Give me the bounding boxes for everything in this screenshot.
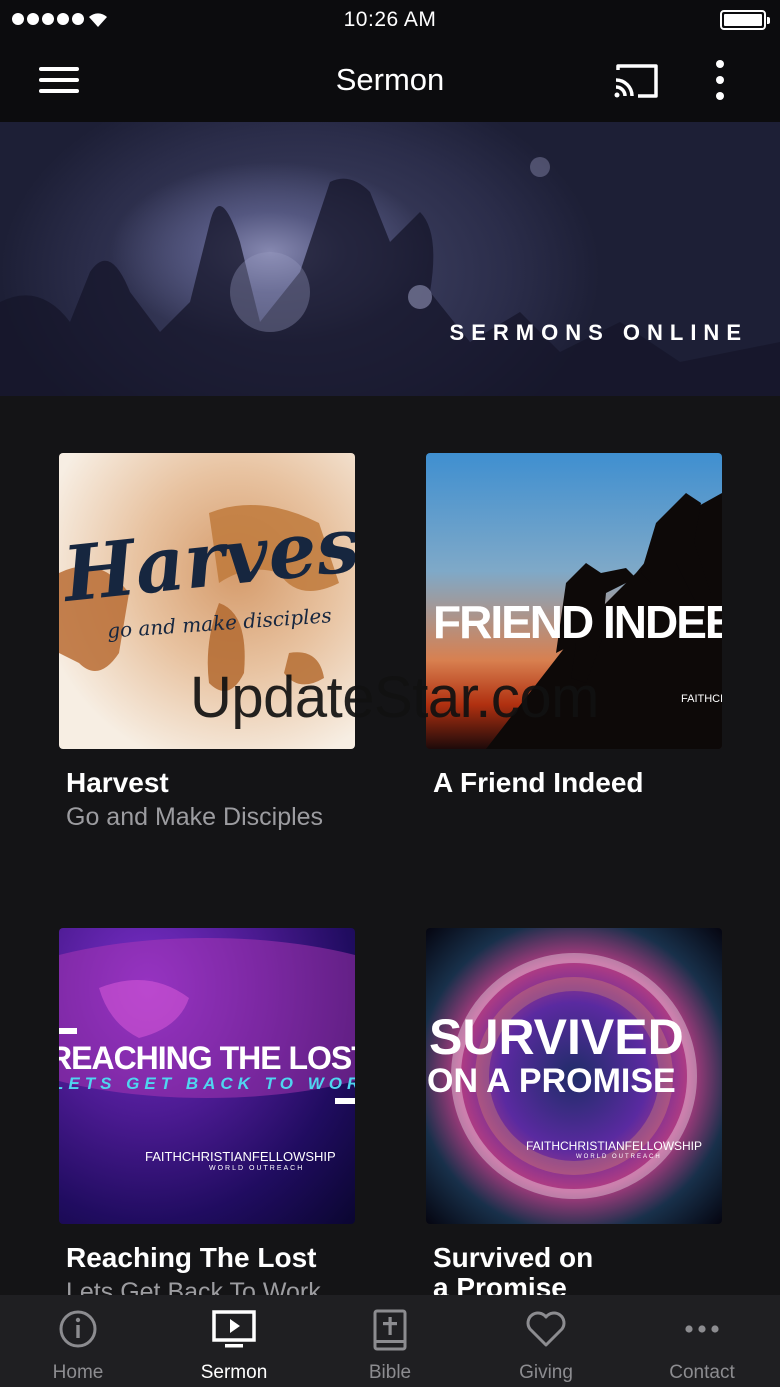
sermons-banner: SERMONS ONLINE bbox=[0, 122, 780, 396]
tab-home[interactable]: Home bbox=[0, 1295, 156, 1387]
sermon-title: Harvest bbox=[66, 767, 169, 798]
sermon-card-reaching-the-lost[interactable]: REACHING THE LOST LETS GET BACK TO WOR F… bbox=[59, 928, 355, 1307]
sermon-title: A Friend Indeed bbox=[433, 767, 644, 798]
tab-label: Giving bbox=[519, 1362, 573, 1383]
faith-logo: FAITHCH bbox=[681, 693, 722, 705]
app-bar: Sermon bbox=[0, 40, 780, 122]
reach-art-tagline: LETS GET BACK TO WOR bbox=[59, 1074, 355, 1093]
sermon-subtitle: Go and Make Disciples bbox=[66, 803, 324, 831]
sermon-title: Survived on bbox=[433, 1242, 594, 1273]
reach-art-title: REACHING THE LOST bbox=[59, 1040, 355, 1076]
tab-bible[interactable]: Bible bbox=[312, 1295, 468, 1387]
more-horizontal-icon bbox=[685, 1325, 719, 1333]
friend-art-title: FRIEND INDEE bbox=[433, 596, 722, 648]
status-bar: 10:26 AM bbox=[0, 0, 780, 40]
tv-play-icon bbox=[212, 1310, 256, 1348]
info-circle-icon bbox=[59, 1310, 97, 1348]
page-title: Sermon bbox=[335, 62, 445, 97]
tab-sermon[interactable]: Sermon bbox=[156, 1295, 312, 1387]
sermon-thumbnail[interactable]: SURVIVED ON A PROMISE FAITHCHRISTIANFELL… bbox=[426, 928, 722, 1224]
tab-giving[interactable]: Giving bbox=[468, 1295, 624, 1387]
bottom-tab-bar: Home Sermon Bible Giving Contact bbox=[0, 1295, 780, 1387]
tab-label: Contact bbox=[669, 1362, 735, 1383]
survived-art-title: SURVIVED bbox=[429, 1009, 684, 1065]
bible-icon bbox=[373, 1309, 407, 1351]
sermon-card-survived-on-a-promise[interactable]: SURVIVED ON A PROMISE FAITHCHRISTIANFELL… bbox=[426, 928, 722, 1304]
faith-logo-sub: WORLD OUTREACH bbox=[576, 1154, 662, 1160]
tab-label: Sermon bbox=[200, 1362, 268, 1383]
heart-icon bbox=[526, 1311, 566, 1347]
survived-art-title-2: ON A PROMISE bbox=[427, 1062, 676, 1100]
sermon-thumbnail[interactable]: REACHING THE LOST LETS GET BACK TO WOR F… bbox=[59, 928, 355, 1224]
sermon-title: Reaching The Lost bbox=[66, 1242, 317, 1273]
faith-logo: FAITHCHRISTIANFELLOWSHIP bbox=[526, 1139, 703, 1153]
tab-label: Bible bbox=[368, 1362, 412, 1383]
status-time: 10:26 AM bbox=[343, 8, 437, 31]
faith-logo: FAITHCHRISTIANFELLOWSHIP bbox=[145, 1149, 336, 1164]
more-vertical-icon[interactable] bbox=[704, 58, 736, 104]
sermon-card-a-friend-indeed[interactable]: FRIEND INDEE FAITHCH A Friend Indeed bbox=[426, 453, 722, 799]
battery-icon bbox=[720, 10, 770, 30]
tab-contact[interactable]: Contact bbox=[624, 1295, 780, 1387]
crowd-silhouette-image bbox=[0, 157, 780, 396]
faith-logo-sub: WORLD OUTREACH bbox=[209, 1165, 305, 1172]
tab-label: Home bbox=[52, 1362, 104, 1383]
sermon-card-harvest[interactable]: Harvest go and make disciples Harvest Go… bbox=[59, 453, 355, 832]
banner-title: SERMONS ONLINE bbox=[449, 320, 748, 345]
watermark: UpdateStar.com bbox=[190, 665, 599, 730]
cast-icon[interactable] bbox=[612, 60, 662, 102]
